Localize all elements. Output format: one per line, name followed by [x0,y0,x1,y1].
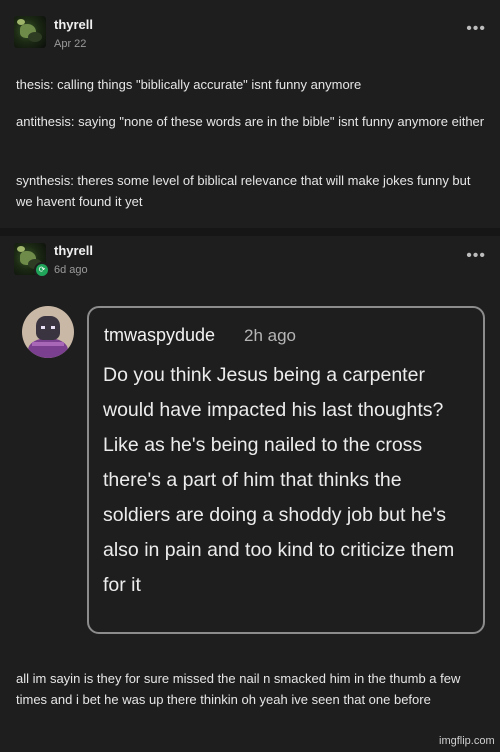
post-paragraph-2: antithesis: saying "none of these words … [16,114,485,129]
post-paragraph-3: synthesis: theres some level of biblical… [16,173,471,209]
post-divider [0,228,500,236]
post-username[interactable]: thyrell [54,17,93,32]
more-dots-icon[interactable]: ••• [466,20,486,38]
more-dots-icon[interactable]: ••• [466,247,486,265]
post-paragraph-1: thesis: calling things "biblically accur… [16,77,362,92]
post-body-text: all im sayin is they for sure missed the… [16,671,461,707]
reply-bubble: tmwaspydude 2h ago Do you think Jesus be… [87,306,485,634]
post-1: thyrell Apr 22 ••• thesis: calling thing… [0,0,500,228]
watermark: imgflip.com [439,735,495,747]
reblog-icon: ⟳ [34,262,50,278]
reply-username[interactable]: tmwaspydude [104,325,215,346]
reply-avatar[interactable] [22,306,74,358]
post-username[interactable]: thyrell [54,243,93,258]
post-date: 6d ago [54,264,88,276]
post-date: Apr 22 [54,38,87,50]
reply-time: 2h ago [244,326,296,345]
reply-text: Do you think Jesus being a carpenter wou… [103,364,455,596]
avatar[interactable] [14,16,46,48]
